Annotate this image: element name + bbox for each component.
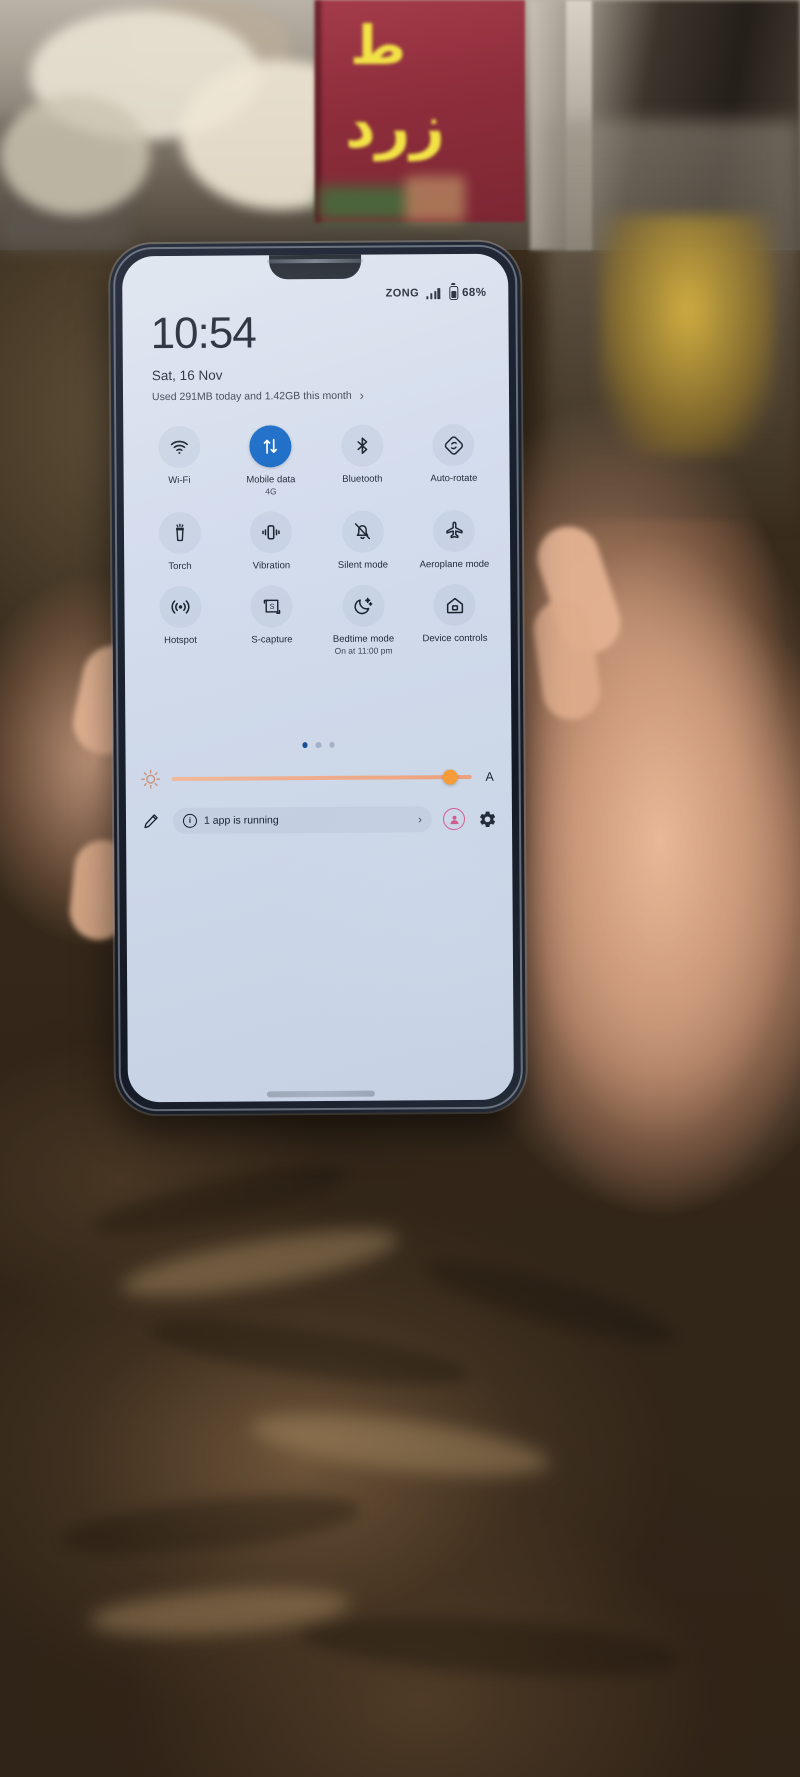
battery-percent-label: 68% xyxy=(462,286,487,299)
auto-brightness-label[interactable]: A xyxy=(482,770,498,784)
s-capture-icon: S xyxy=(250,585,293,628)
pager-dot-2[interactable] xyxy=(315,741,322,748)
signal-bars-icon xyxy=(426,287,441,299)
tile-hotspot[interactable]: Hotspot xyxy=(134,582,226,658)
running-apps-label: 1 app is running xyxy=(203,814,279,827)
pager-dot-3[interactable] xyxy=(329,741,335,748)
bedtime-moon-icon xyxy=(342,584,385,628)
wifi-icon xyxy=(157,425,201,469)
tile-label: Auto-rotate xyxy=(430,472,478,485)
phone-screen: ZONG 68% 10:54 Sat, 16 Nov Used 291MB to… xyxy=(122,253,514,1103)
tile-auto-rotate[interactable]: Auto-rotate xyxy=(408,420,500,496)
tile-label: Bluetooth xyxy=(342,473,383,485)
tile-label: Silent mode xyxy=(337,559,389,571)
tile-device-controls[interactable]: Device controls xyxy=(409,580,501,656)
background-yellow-object xyxy=(600,215,775,455)
tile-bedtime-mode[interactable]: Bedtime mode On at 11:00 pm xyxy=(317,581,409,657)
carrier-label: ZONG xyxy=(385,287,420,300)
battery-icon xyxy=(449,286,459,301)
brightness-row: A xyxy=(140,760,498,796)
phone-device: ZONG 68% 10:54 Sat, 16 Nov Used 291MB to… xyxy=(109,241,527,1115)
info-icon: i xyxy=(182,813,198,828)
tile-silent-mode[interactable]: Silent mode xyxy=(317,506,409,572)
quick-settings-pager[interactable] xyxy=(125,741,511,749)
chevron-right-icon: › xyxy=(417,812,423,827)
tile-label: Vibration xyxy=(252,559,291,571)
brightness-icon xyxy=(140,768,162,790)
clock-label: 10:54 xyxy=(150,308,256,359)
aeroplane-icon xyxy=(433,509,476,552)
background-signboard-detail xyxy=(405,176,465,222)
pencil-edit-icon[interactable] xyxy=(140,810,162,832)
device-controls-icon xyxy=(433,584,476,627)
hotspot-icon xyxy=(159,586,202,629)
status-bar: ZONG 68% xyxy=(122,282,508,307)
brightness-slider-knob[interactable] xyxy=(442,769,458,785)
camera-notch xyxy=(269,253,362,280)
quick-settings-grid: Wi-Fi Mobile data 4G Bluetooth Auto-rota… xyxy=(133,420,501,658)
date-label: Sat, 16 Nov xyxy=(151,367,223,384)
silent-mode-icon xyxy=(341,510,384,553)
bottom-speaker-grille xyxy=(266,1090,375,1098)
quick-settings-footer: i 1 app is running › xyxy=(140,802,498,838)
mobile-data-icon xyxy=(249,425,292,468)
chevron-right-icon: › xyxy=(359,387,365,403)
tile-label: Torch xyxy=(168,560,192,572)
tile-label: Wi-Fi xyxy=(168,474,191,487)
earpiece-speaker xyxy=(267,258,364,264)
tile-label: S-capture xyxy=(251,634,293,646)
tile-sublabel: 4G xyxy=(265,486,277,497)
tile-mobile-data[interactable]: Mobile data 4G xyxy=(225,421,317,497)
pager-dot-1[interactable] xyxy=(302,742,308,748)
battery-status: 68% xyxy=(449,286,487,301)
gear-icon[interactable] xyxy=(476,808,498,830)
tile-label: Device controls xyxy=(422,633,488,645)
signboard-text-line-2: زرد xyxy=(345,92,445,162)
tile-vibration[interactable]: Vibration xyxy=(225,507,317,573)
tile-label: Mobile data xyxy=(246,474,296,486)
user-profile-icon[interactable] xyxy=(442,807,466,831)
background-sack xyxy=(0,95,150,215)
tile-label: Bedtime mode xyxy=(332,633,395,646)
signboard-text-line-1: ط xyxy=(350,14,407,77)
brightness-slider[interactable] xyxy=(171,769,472,785)
data-usage-label: Used 291MB today and 1.42GB this month xyxy=(151,389,352,403)
bluetooth-icon xyxy=(340,424,384,467)
tile-torch[interactable]: Torch xyxy=(134,507,226,573)
tile-bluetooth[interactable]: Bluetooth xyxy=(316,420,408,496)
tile-wifi[interactable]: Wi-Fi xyxy=(133,422,225,498)
tile-sublabel: On at 11:00 pm xyxy=(334,645,393,657)
svg-text:S: S xyxy=(269,602,274,611)
tile-label: Hotspot xyxy=(164,635,197,647)
vibration-icon xyxy=(250,510,293,553)
torch-icon xyxy=(158,511,201,554)
auto-rotate-icon xyxy=(432,423,475,467)
tile-s-capture[interactable]: S S-capture xyxy=(226,581,318,657)
tile-label: Aeroplane mode xyxy=(419,558,490,570)
running-apps-pill[interactable]: i 1 app is running › xyxy=(172,806,433,835)
background-green-patch xyxy=(318,186,408,220)
data-usage-row[interactable]: Used 291MB today and 1.42GB this month › xyxy=(151,387,365,403)
tile-aeroplane-mode[interactable]: Aeroplane mode xyxy=(408,505,500,571)
